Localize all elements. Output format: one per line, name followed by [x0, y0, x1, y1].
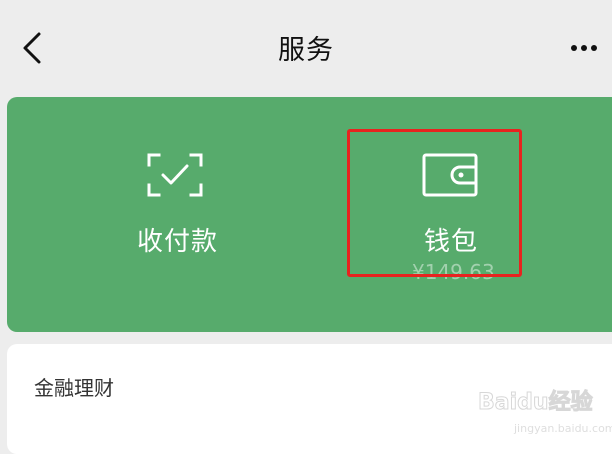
top-bar: 服务: [0, 0, 612, 96]
more-dot: [591, 45, 597, 51]
watermark-brand: Baidu经验: [478, 390, 594, 416]
finance-section-title: 金融理财: [34, 376, 114, 400]
more-button[interactable]: [564, 26, 604, 70]
watermark-url: jingyan.baidu.com: [514, 422, 612, 435]
baidu-watermark: Baidu经验 jingyan.baidu.com: [478, 378, 612, 438]
pay-receive-label: 收付款: [137, 227, 219, 257]
pay-receive-button[interactable]: 收付款: [7, 97, 347, 332]
page-title: 服务: [278, 35, 334, 66]
highlight-annotation: [347, 129, 522, 277]
scan-check-icon: [147, 153, 203, 197]
more-dot: [581, 45, 587, 51]
more-horizontal-icon: [571, 45, 577, 51]
